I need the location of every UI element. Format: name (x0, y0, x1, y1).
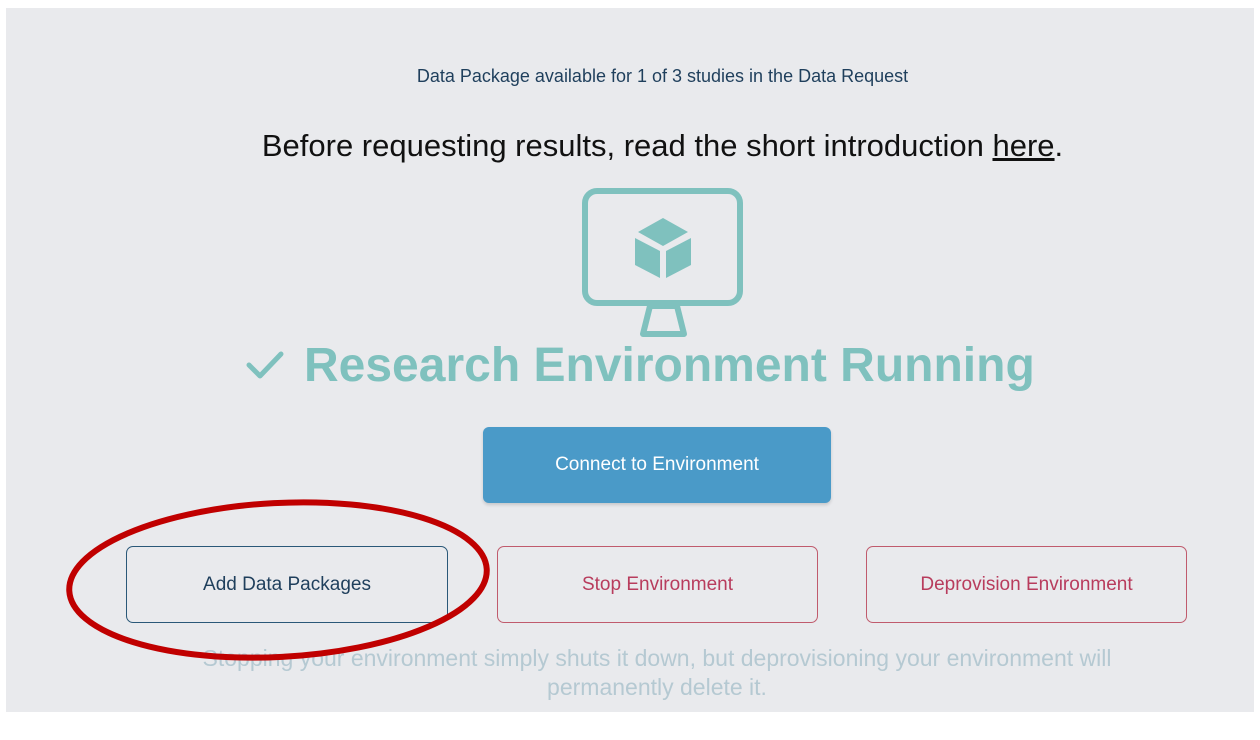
intro-text: Before requesting results, read the shor… (6, 128, 1260, 164)
stop-environment-button[interactable]: Stop Environment (497, 546, 818, 623)
deprovision-environment-button[interactable]: Deprovision Environment (866, 546, 1187, 623)
connect-to-environment-button[interactable]: Connect to Environment (483, 427, 831, 503)
environment-status-label: Research Environment Running (304, 338, 1035, 392)
intro-link[interactable]: here (992, 128, 1054, 163)
environment-status: Research Environment Running (246, 330, 1035, 400)
package-cube-icon (635, 218, 691, 278)
check-icon (246, 350, 284, 380)
intro-prefix: Before requesting results, read the shor… (261, 128, 993, 163)
add-data-packages-button[interactable]: Add Data Packages (126, 546, 448, 623)
monitor-icon (582, 188, 744, 338)
data-package-availability: Data Package available for 1 of 3 studie… (416, 66, 909, 86)
intro-suffix: . (1054, 128, 1064, 163)
environment-note: Stopping your environment simply shuts i… (202, 645, 1112, 700)
